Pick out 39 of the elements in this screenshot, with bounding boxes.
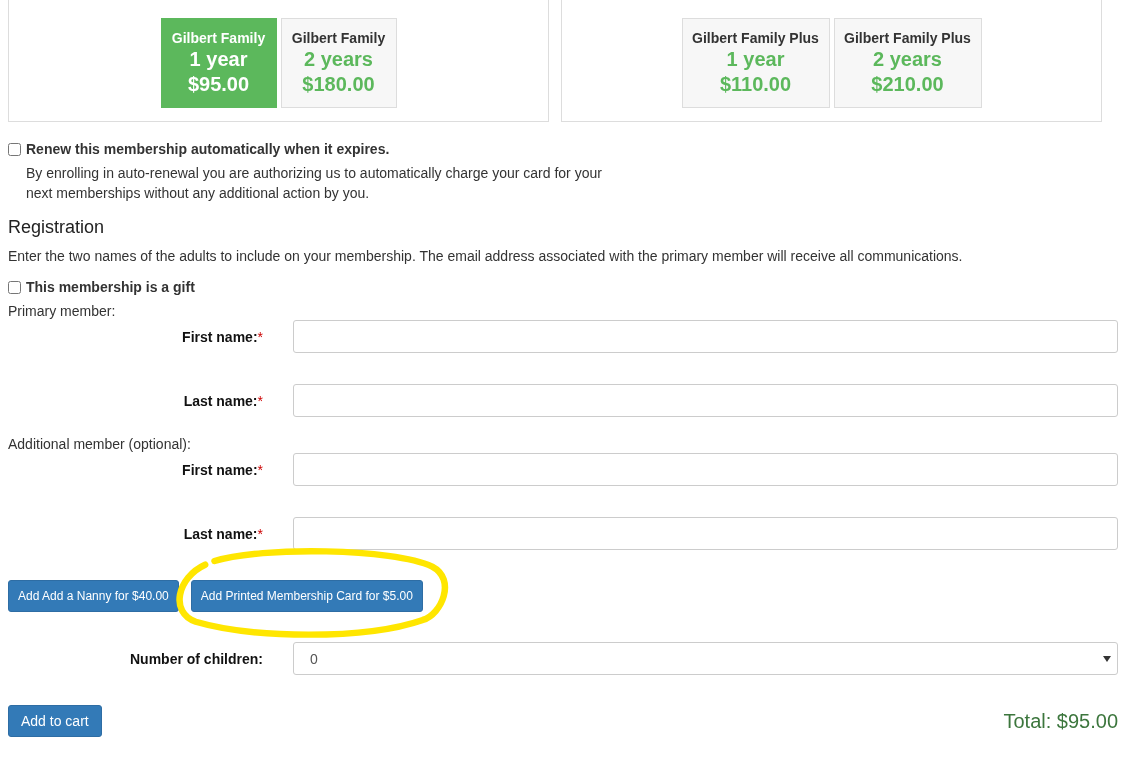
field-label: Last name:* xyxy=(182,392,263,409)
plan-name: Gilbert Family xyxy=(171,30,266,46)
plan-term: 1 year xyxy=(726,48,785,71)
input-field[interactable] xyxy=(293,320,1118,353)
plan-option[interactable]: Gilbert Family Plus 2 years $210.00 xyxy=(833,18,982,108)
intro-text: Enter the two names of the adults to include on your membership. The email address associated with the primary member will receive all communications. xyxy=(8,248,964,264)
checkbox-label: This membership is a gift xyxy=(26,279,195,295)
plan-option[interactable]: Gilbert Family Plus 1 year $110.00 xyxy=(681,18,830,108)
auto-renew-note: By enrolling in auto-renewal you are authorizing us to automatically charge your card for your next memberships without any additional action by you. xyxy=(26,164,603,203)
field-label: First name:* xyxy=(181,461,263,478)
input-field[interactable] xyxy=(293,384,1118,417)
plan-term: 2 years xyxy=(304,48,373,71)
add-on-button[interactable]: Add Add a Nanny for $40.00 xyxy=(8,580,179,612)
plan-price: $110.00 xyxy=(719,73,792,96)
plan-price: $95.00 xyxy=(187,73,250,96)
input-field[interactable] xyxy=(293,517,1118,550)
plan-option[interactable]: Gilbert Family 2 years $180.00 xyxy=(280,18,397,108)
checkbox[interactable] xyxy=(8,142,21,156)
plan-price: $210.00 xyxy=(871,73,944,96)
section-title: Registration xyxy=(8,217,106,238)
plan-name: Gilbert Family Plus xyxy=(692,30,819,46)
plan-name: Gilbert Family Plus xyxy=(844,30,971,46)
total-price: Total: $95.00 xyxy=(1003,709,1118,733)
caret-icon xyxy=(1103,655,1111,662)
field-label: First name:* xyxy=(181,328,263,345)
group-title: Additional member (optional): xyxy=(8,436,192,452)
checkbox[interactable] xyxy=(8,280,21,294)
field-label: Number of children: xyxy=(129,650,263,667)
children-select[interactable]: 0 xyxy=(293,642,1118,675)
input-field[interactable] xyxy=(293,453,1118,486)
group-title: Primary member: xyxy=(8,303,117,319)
field-label: Last name:* xyxy=(182,525,263,542)
checkbox-label: Renew this membership automatically when it expires. xyxy=(26,141,390,157)
plan-term: 2 years xyxy=(873,48,942,71)
add-to-cart-button[interactable]: Add to cart xyxy=(8,705,102,737)
add-on-button[interactable]: Add Printed Membership Card for $5.00 xyxy=(190,580,423,612)
plan-name: Gilbert Family xyxy=(291,30,386,46)
plan-term: 1 year xyxy=(189,48,248,71)
plan-price: $180.00 xyxy=(302,73,375,96)
